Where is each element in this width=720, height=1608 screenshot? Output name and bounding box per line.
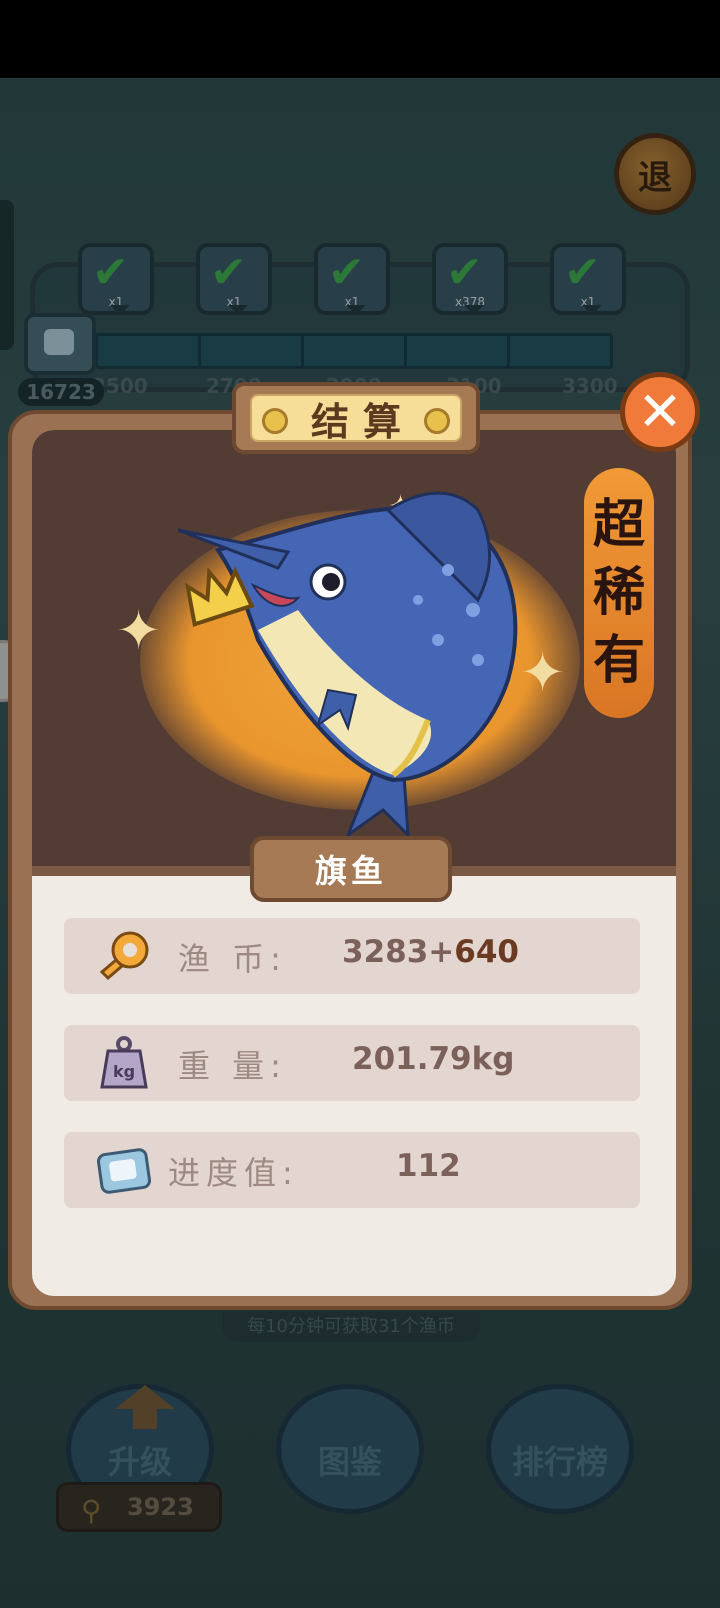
fish-coin-icon [99, 931, 149, 981]
swordfish-image [178, 491, 518, 840]
status-bar [0, 0, 720, 78]
coin-ornament-icon [424, 408, 450, 434]
kg-weight-icon: kg [100, 1036, 148, 1089]
stat-label: 进度值: [168, 1154, 299, 1192]
coin-ornament-icon [262, 408, 288, 434]
stat-row-weight: kg 重 量: 201.79kg [64, 1025, 640, 1101]
sparkle-icon: ✦ [116, 599, 162, 662]
stat-value-coins: 3283+640 [342, 934, 519, 970]
rarity-char: 稀 [592, 563, 645, 623]
rarity-char: 超 [592, 495, 645, 555]
fish-name: 旗鱼 [250, 836, 452, 902]
stat-value-weight: 201.79kg [352, 1041, 515, 1077]
title-plate: 结算 [232, 382, 480, 454]
rarity-char: 有 [592, 631, 645, 691]
stat-value-progress: 112 [396, 1148, 461, 1184]
stat-row-progress: 进度值: 112 [64, 1132, 640, 1208]
modal-title: 结算 [310, 399, 415, 444]
stat-label: 渔 币: [178, 940, 287, 978]
close-icon: ✕ [637, 380, 683, 443]
stat-label: 重 量: [178, 1047, 287, 1085]
close-button[interactable]: ✕ [620, 372, 700, 452]
rarity-badge: 超 稀 有 [584, 468, 654, 718]
progress-ticket-icon [96, 1148, 152, 1194]
stat-row-coins: 渔 币: 3283+640 [64, 918, 640, 994]
svg-text:kg: kg [113, 1062, 135, 1081]
